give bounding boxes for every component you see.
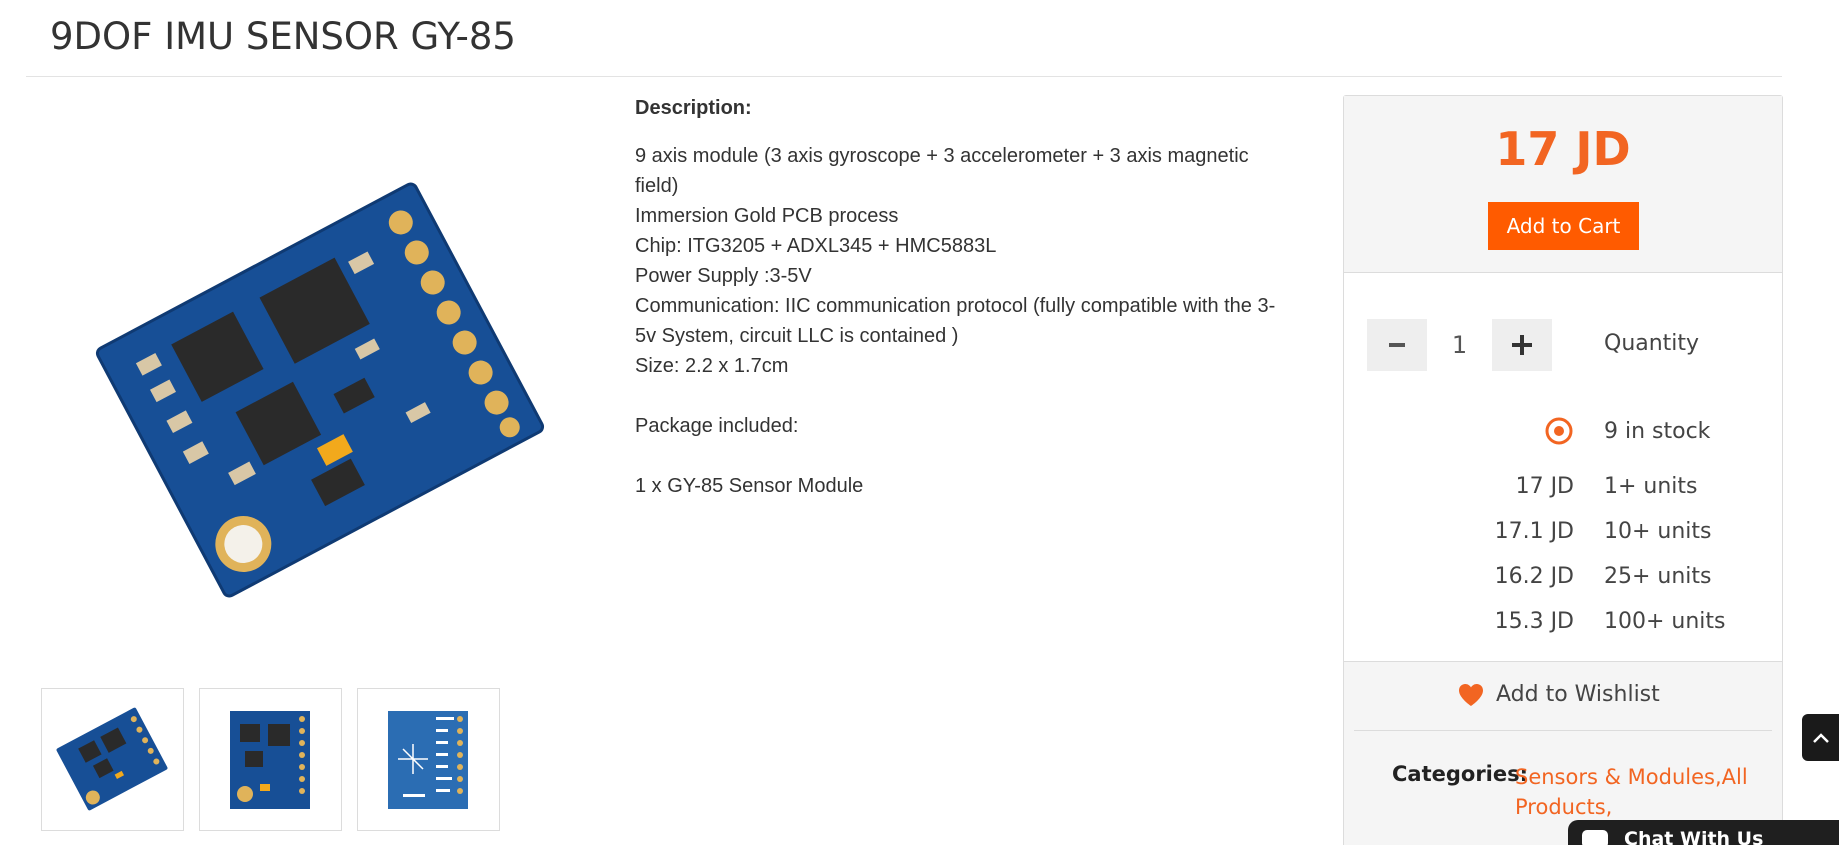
target-circle-icon <box>1545 417 1573 445</box>
description-line: field) <box>635 175 679 197</box>
tier-price: 16.2 JD <box>1494 564 1574 589</box>
plus-icon <box>1512 335 1532 355</box>
add-to-wishlist-link[interactable]: Add to Wishlist <box>1458 682 1660 707</box>
description-line: 9 axis module (3 axis gyroscope + 3 acce… <box>635 145 1249 167</box>
minus-icon <box>1389 343 1405 347</box>
quantity-decrease-button[interactable] <box>1367 319 1427 371</box>
tier-units: 100+ units <box>1604 609 1726 634</box>
description-line: 5v System, circuit LLC is contained ) <box>635 325 959 347</box>
description-heading: Description: <box>635 97 752 119</box>
quantity-label: Quantity <box>1604 331 1700 356</box>
chevron-up-icon <box>1812 732 1829 743</box>
category-link-all-products[interactable]: All <box>1722 765 1748 789</box>
tier-units: 10+ units <box>1604 519 1712 544</box>
description-line: Communication: IIC communication protoco… <box>635 295 1276 317</box>
quantity-increase-button[interactable] <box>1492 319 1552 371</box>
chat-bubble-icon <box>1582 830 1608 845</box>
category-link-sensors-modules[interactable]: Sensors & Modules, <box>1515 765 1722 789</box>
wishlist-divider <box>1354 730 1772 731</box>
description-spacer <box>635 441 1315 471</box>
tier-price: 15.3 JD <box>1494 609 1574 634</box>
product-title: 9DOF IMU SENSOR GY-85 <box>50 15 516 58</box>
tier-price: 17 JD <box>1515 474 1574 499</box>
tier-units: 1+ units <box>1604 474 1698 499</box>
heart-icon <box>1459 683 1483 706</box>
description-line: 1 x GY-85 Sensor Module <box>635 475 864 497</box>
product-main-image[interactable] <box>80 165 560 615</box>
tier-price: 17.1 JD <box>1494 519 1574 544</box>
description-line: Immersion Gold PCB process <box>635 205 899 227</box>
scroll-to-top-button[interactable] <box>1802 714 1839 761</box>
description-line: Size: 2.2 x 1.7cm <box>635 355 789 377</box>
chat-widget[interactable]: Chat With Us <box>1568 820 1839 845</box>
stock-status: 9 in stock <box>1604 419 1711 444</box>
chat-label: Chat With Us <box>1624 828 1764 845</box>
product-price: 17 JD <box>1495 122 1631 176</box>
title-divider <box>26 76 1782 77</box>
description-line: Chip: ITG3205 + ADXL345 + HMC5883L <box>635 235 997 257</box>
wishlist-label: Add to Wishlist <box>1496 682 1660 707</box>
add-to-cart-button[interactable]: Add to Cart <box>1488 202 1639 250</box>
category-link-all-products[interactable]: Products, <box>1515 795 1612 819</box>
description-body: 9 axis module (3 axis gyroscope + 3 acce… <box>635 141 1315 501</box>
description-line: Package included: <box>635 415 799 437</box>
thumbnail-image-1[interactable] <box>41 688 184 831</box>
description-line: Power Supply :3-5V <box>635 265 812 287</box>
categories-list: Sensors & Modules,All Products, <box>1515 762 1765 822</box>
description-spacer <box>635 381 1315 411</box>
categories-label: Categories: <box>1392 762 1529 786</box>
tier-units: 25+ units <box>1604 564 1712 589</box>
thumbnail-image-2[interactable] <box>199 688 342 831</box>
thumbnail-image-3[interactable] <box>357 688 500 831</box>
quantity-input[interactable] <box>1427 319 1492 371</box>
